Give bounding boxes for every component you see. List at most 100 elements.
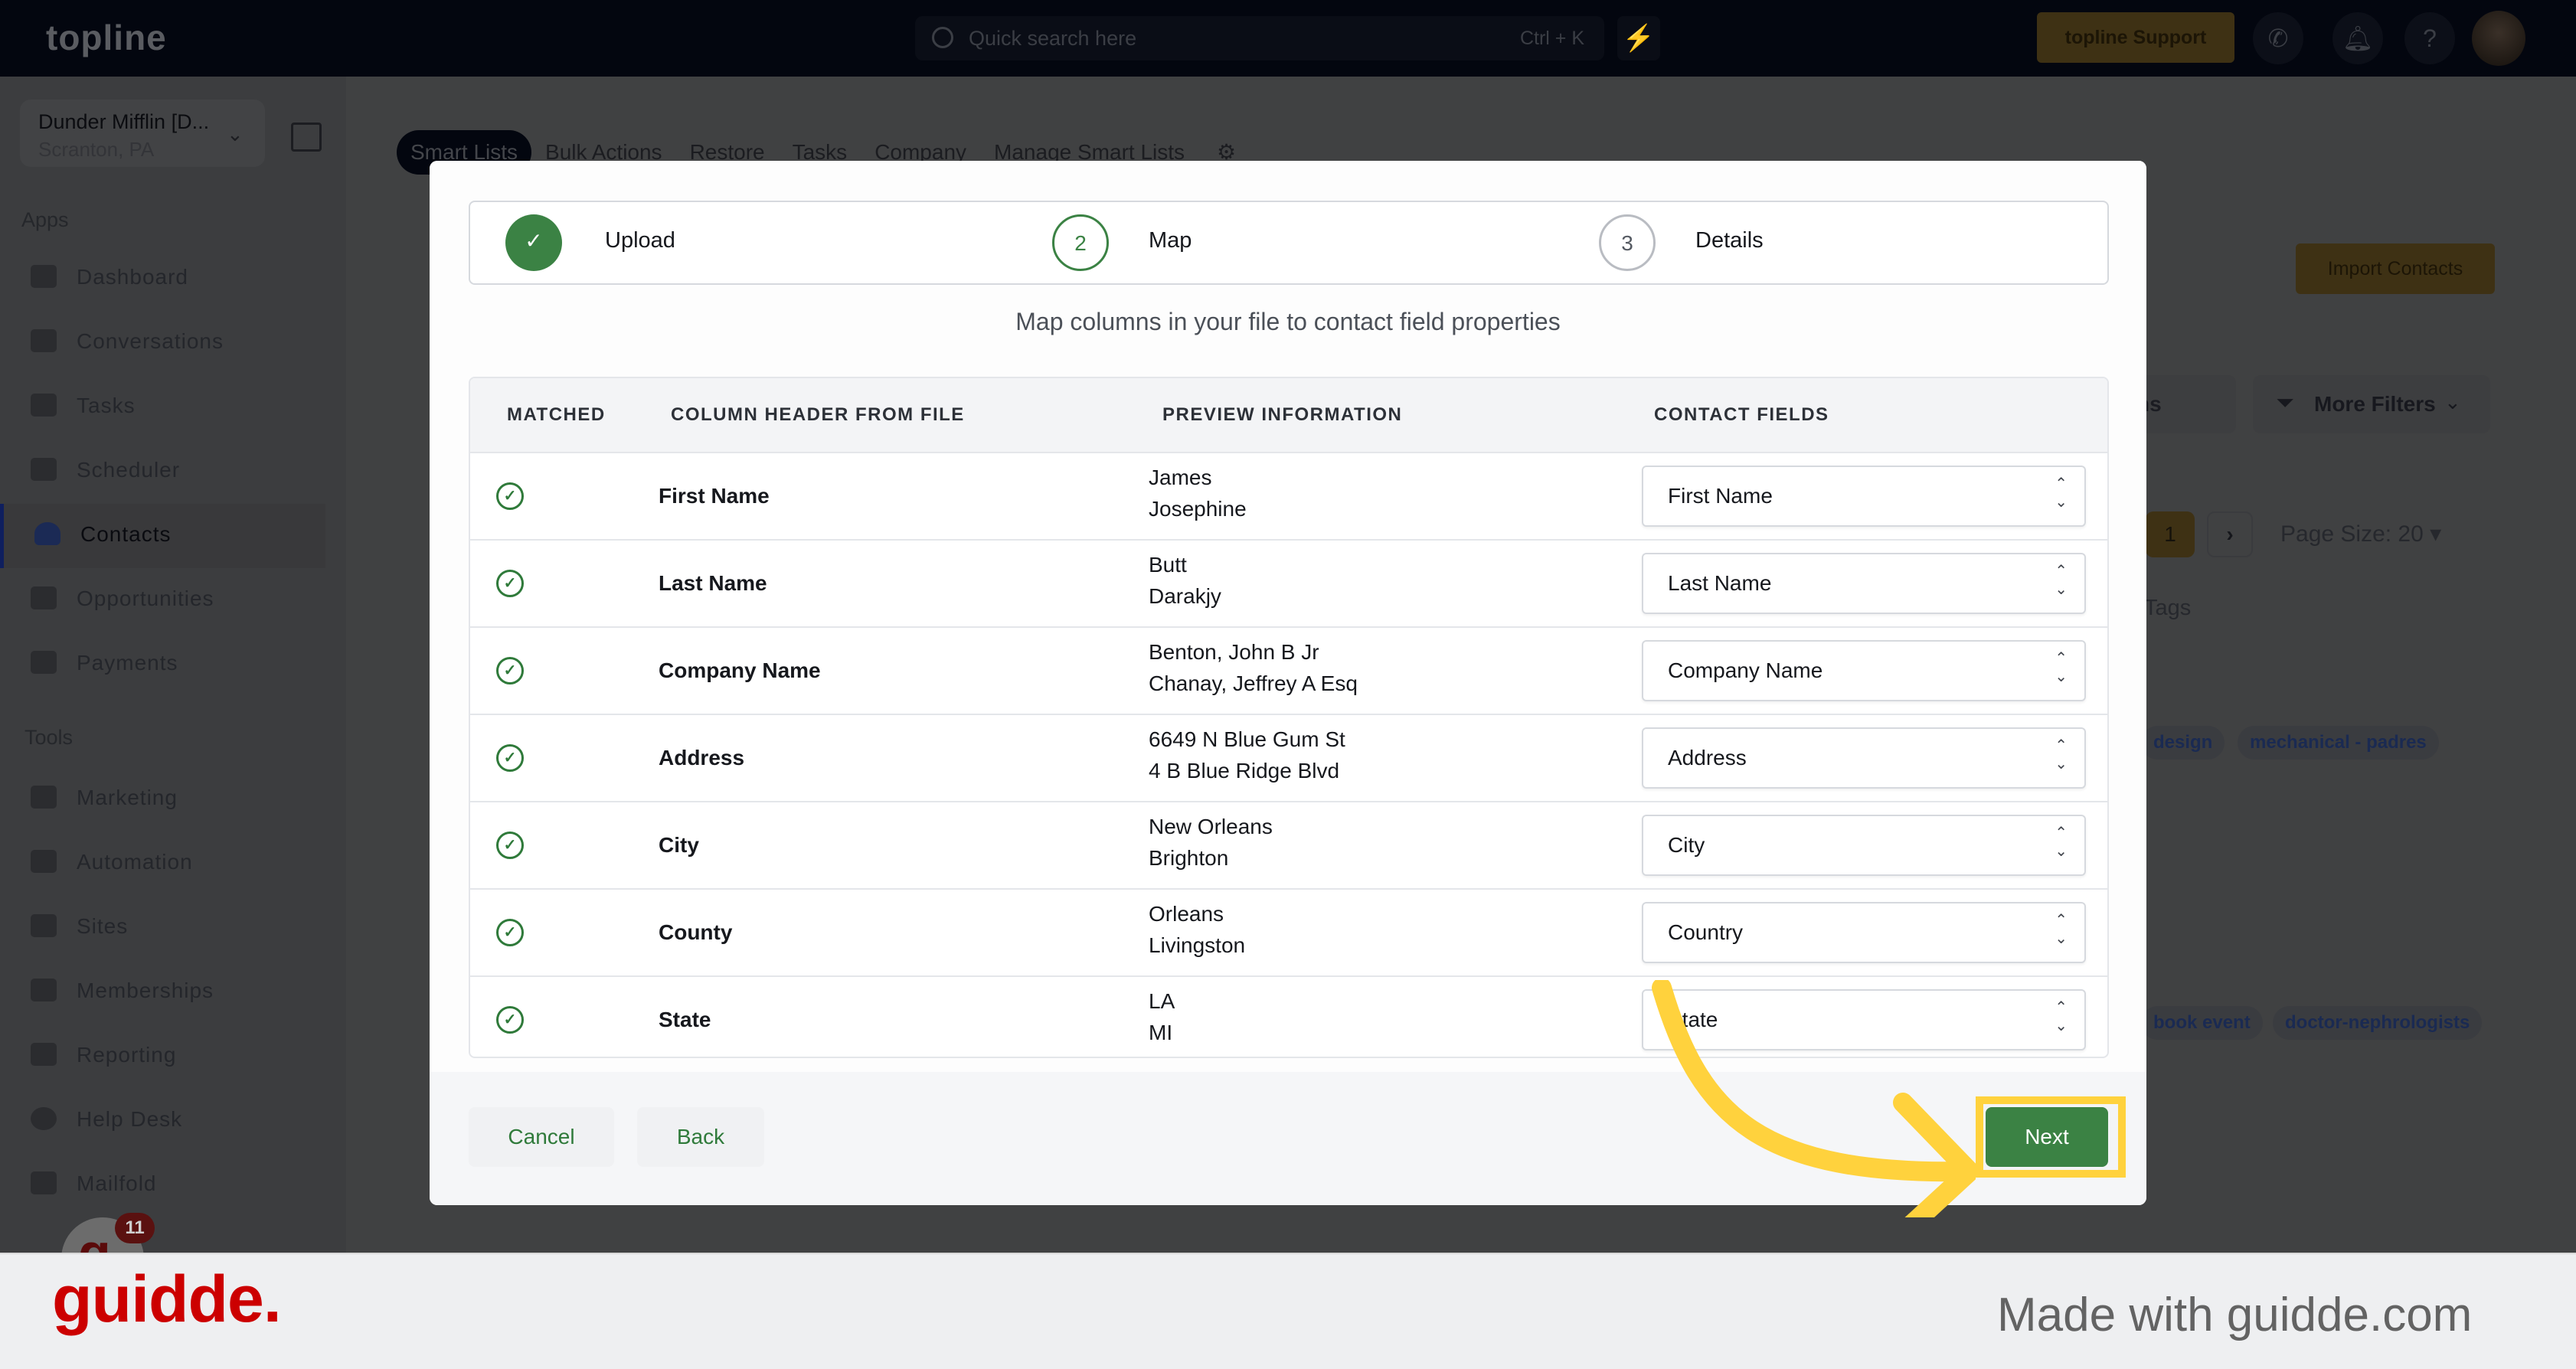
matched-check-icon: ✓ [496,744,524,772]
chevron-down-icon: ⌄ [2444,390,2461,413]
preview-value: Benton, John B Jr [1149,640,1319,664]
import-stepper: ✓ Upload 2 Map 3 Details [469,201,2109,285]
tag-chip[interactable]: book event [2141,1006,2263,1040]
step-number-3: 3 [1599,214,1656,271]
column-header-contact-fields: CONTACT FIELDS [1654,404,1829,425]
more-filters-button[interactable]: ⏷ More Filters ⌄ [2253,375,2490,433]
notification-count-badge: 11 [115,1213,155,1243]
tutorial-arrow-icon [1652,980,1976,1217]
contact-field-select[interactable]: Company Name ⌃ ⌄ [1642,640,2086,701]
sidebar-item-sites[interactable]: Sites [0,896,322,960]
lightning-icon[interactable]: ⚡ [1617,16,1660,60]
sidebar-item-contacts[interactable]: Contacts [0,504,325,568]
sidebar-item-opportunities[interactable]: Opportunities [0,568,322,632]
mapping-row: ✓ Address 6649 N Blue Gum St 4 B Blue Ridge… [470,714,2107,801]
next-page-button[interactable]: › [2207,511,2253,557]
sidebar-item-label: Marketing [77,786,178,809]
sidebar-item-label: Reporting [77,1043,177,1067]
file-column-header: City [659,833,699,857]
select-updown-icon: ⌃ ⌄ [2055,475,2068,511]
sidebar-item-label: Opportunities [77,586,214,610]
preview-value: James [1149,466,1212,489]
matched-check-icon: ✓ [496,657,524,684]
sidebar-item-reporting[interactable]: Reporting [0,1024,322,1089]
select-updown-icon: ⌃ ⌄ [2055,912,2068,947]
contact-field-select[interactable]: City ⌃ ⌄ [1642,815,2086,876]
made-with-guidde-text: Made with guidde.com [1997,1289,2473,1341]
contact-field-value: City [1668,833,1705,857]
step-map-label: Map [1149,228,1192,253]
cancel-button[interactable]: Cancel [469,1107,614,1167]
sidebar-collapse-icon[interactable] [291,123,322,152]
page-size-select[interactable]: Page Size: 20 ▾ [2280,521,2441,547]
file-column-header: First Name [659,484,770,508]
preview-value: MI [1149,1021,1173,1044]
chevron-down-icon: ⌄ [227,123,244,145]
step-complete-check-icon: ✓ [505,214,562,271]
person-icon [34,522,60,545]
select-updown-icon: ⌃ ⌄ [2055,825,2068,860]
back-button[interactable]: Back [637,1107,764,1167]
phone-icon[interactable]: ✆ [2253,12,2303,64]
step-upload-label: Upload [605,228,675,253]
tag-chip[interactable]: doctor-nephrologists [2273,1006,2483,1040]
search-icon [932,27,953,48]
column-header-preview: PREVIEW INFORMATION [1162,404,1403,425]
select-updown-icon: ⌃ ⌄ [2055,999,2068,1034]
sidebar-item-label: Scheduler [77,458,181,482]
file-column-header: Address [659,746,745,769]
matched-check-icon: ✓ [496,570,524,597]
tools-section-label: Tools [25,726,74,749]
sidebar-item-label: Tasks [77,394,136,417]
sidebar-item-marketing[interactable]: Marketing [0,767,322,832]
user-avatar[interactable] [2472,11,2525,66]
sidebar-item-automation[interactable]: Automation [0,832,322,896]
contact-field-select[interactable]: First Name ⌃ ⌄ [1642,466,2086,527]
bell-icon[interactable]: 🔔︎ [2332,12,2383,64]
sidebar-item-label: Contacts [80,522,172,546]
mapping-row: ✓ Last Name Butt Darakjy Last Name ⌃ ⌄ [470,539,2107,626]
sidebar-item-payments[interactable]: Payments [0,632,322,697]
column-header-matched: MATCHED [507,404,606,425]
contact-field-select[interactable]: Address ⌃ ⌄ [1642,727,2086,789]
sidebar-item-help-desk[interactable]: Help Desk [0,1089,322,1153]
sidebar-item-label: Mailfold [77,1171,157,1195]
sidebar-item-label: Sites [77,914,129,938]
tag-chip[interactable]: mechanical - padres [2238,726,2439,760]
help-icon[interactable]: ? [2404,12,2455,64]
sidebar-item-tasks[interactable]: Tasks [0,375,322,439]
file-column-header: Company Name [659,658,821,682]
contact-field-select[interactable]: Country ⌃ ⌄ [1642,902,2086,963]
support-button[interactable]: topline Support [2037,12,2234,63]
quick-search-input[interactable]: Quick search here Ctrl + K [915,16,1604,60]
contact-field-value: First Name [1668,484,1773,508]
contact-field-value: Address [1668,746,1747,769]
preview-value: Livingston [1149,933,1246,957]
sidebar-item-scheduler[interactable]: Scheduler [0,439,322,504]
account-switcher[interactable]: Dunder Mifflin [D... Scranton, PA ⌄ [20,100,265,167]
sidebar-item-mailfold[interactable]: Mailfold [0,1153,322,1217]
import-contacts-button[interactable]: Import Contacts [2296,243,2495,294]
contact-field-value: Country [1668,920,1744,944]
help-circle-icon [31,1107,57,1130]
app-logo[interactable]: topline [46,17,167,58]
matched-check-icon: ✓ [496,482,524,510]
contact-field-select[interactable]: Last Name ⌃ ⌄ [1642,553,2086,614]
table-header: MATCHED COLUMN HEADER FROM FILE PREVIEW … [470,378,2107,452]
sidebar-item-dashboard[interactable]: Dashboard [0,247,322,311]
page-1-button[interactable]: 1 [2146,511,2195,557]
next-button[interactable]: Next [1986,1107,2108,1167]
caret-down-icon: ▾ [2430,521,2442,547]
pie-chart-icon [31,1043,57,1066]
select-updown-icon: ⌃ ⌄ [2055,737,2068,773]
file-column-header: Last Name [659,571,767,595]
sidebar-item-label: Payments [77,651,178,675]
mapping-row: ✓ First Name James Josephine First Name ⌃ ⌄ [470,452,2107,539]
mapping-row: ✓ City New Orleans Brighton City ⌃ ⌄ [470,801,2107,888]
preview-value: Chanay, Jeffrey A Esq [1149,671,1358,695]
sidebar-item-memberships[interactable]: Memberships [0,960,322,1024]
search-placeholder: Quick search here [969,27,1137,50]
gears-icon [31,850,57,873]
preview-value: Josephine [1149,497,1247,521]
tag-chip[interactable]: design [2141,726,2225,760]
